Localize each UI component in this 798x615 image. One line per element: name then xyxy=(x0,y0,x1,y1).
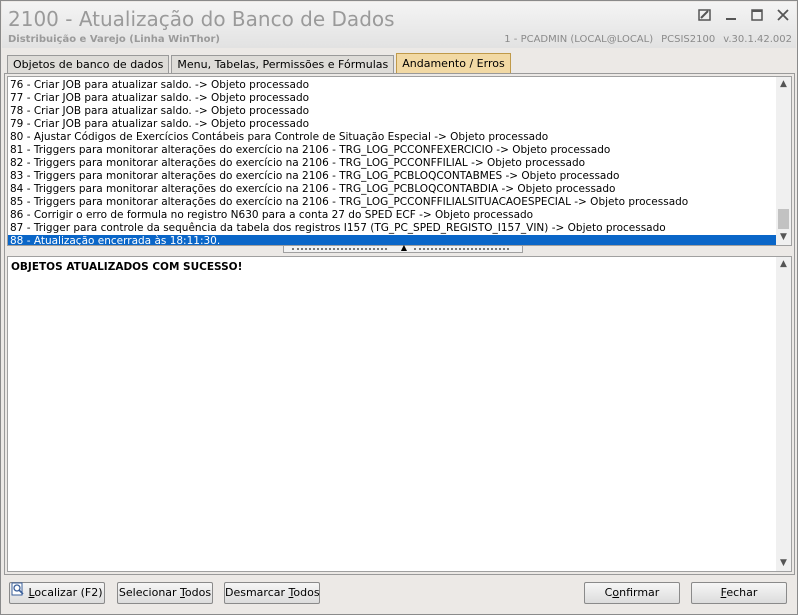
maximize-icon[interactable] xyxy=(750,8,764,22)
session-info: 1 - PCADMIN (LOCAL@LOCAL) PCSIS2100 v.30… xyxy=(504,34,792,45)
log-lines: 76 - Criar JOB para atualizar saldo. -> … xyxy=(8,79,778,245)
list-item[interactable]: 81 - Triggers para monitorar alterações … xyxy=(8,144,778,157)
tab-andamento-erros[interactable]: Andamento / Erros xyxy=(396,53,511,74)
scroll-up-icon[interactable]: ▲ xyxy=(776,257,791,272)
session-user: 1 - PCADMIN (LOCAL@LOCAL) xyxy=(504,34,654,45)
tab-panel: 76 - Criar JOB para atualizar saldo. -> … xyxy=(4,73,795,575)
list-item[interactable]: 76 - Criar JOB para atualizar saldo. -> … xyxy=(8,79,778,92)
search-icon xyxy=(11,582,25,603)
list-item[interactable]: 80 - Ajustar Códigos de Exercícios Contá… xyxy=(8,131,778,144)
log-scrollbar[interactable]: ▲ ▼ xyxy=(776,77,791,245)
list-item-selected[interactable]: 88 - Atualização encerrada às 18:11:30. xyxy=(8,235,778,245)
result-scrollbar[interactable]: ▲ ▼ xyxy=(776,257,791,571)
list-item[interactable]: 78 - Criar JOB para atualizar saldo. -> … xyxy=(8,105,778,118)
panel-splitter[interactable]: ▲ xyxy=(283,243,523,253)
list-item[interactable]: 79 - Criar JOB para atualizar saldo. -> … xyxy=(8,118,778,131)
selecionar-label-pre: Selecionar xyxy=(118,586,181,599)
scroll-down-icon[interactable]: ▼ xyxy=(776,230,791,245)
scroll-down-icon[interactable]: ▼ xyxy=(776,556,791,571)
splitter-grip-left xyxy=(292,248,387,250)
close-icon[interactable] xyxy=(776,8,790,22)
scroll-thumb[interactable] xyxy=(778,209,789,229)
selecionar-label-post: odos xyxy=(184,586,212,599)
minimize-icon[interactable] xyxy=(724,8,738,22)
tab-objetos-banco[interactable]: Objetos de banco de dados xyxy=(7,55,170,74)
edit-icon[interactable] xyxy=(698,8,712,22)
result-text-area[interactable]: OBJETOS ATUALIZADOS COM SUCESSO! ▲ ▼ xyxy=(7,256,792,572)
splitter-grip-right xyxy=(414,248,509,250)
list-item[interactable]: 85 - Triggers para monitorar alterações … xyxy=(8,196,778,209)
result-message: OBJETOS ATUALIZADOS COM SUCESSO! xyxy=(11,261,243,273)
progress-log-list[interactable]: 76 - Criar JOB para atualizar saldo. -> … xyxy=(7,76,792,246)
selecionar-todos-button[interactable]: Selecionar Todos xyxy=(117,582,213,604)
window-controls xyxy=(698,8,790,22)
list-item[interactable]: 83 - Triggers para monitorar alterações … xyxy=(8,170,778,183)
desmarcar-label-post: odos xyxy=(293,586,320,599)
button-bar: Localizar (F2) Selecionar Todos Desmarca… xyxy=(1,579,797,609)
confirmar-label-post: nfirmar xyxy=(619,586,660,599)
localizar-label-post: ocalizar (F2) xyxy=(34,586,103,599)
window-title: 2100 - Atualização do Banco de Dados xyxy=(8,7,395,31)
window-subtitle: Distribuição e Varejo (Linha WinThor) xyxy=(8,34,220,45)
list-item[interactable]: 77 - Criar JOB para atualizar saldo. -> … xyxy=(8,92,778,105)
tab-menu-tabelas[interactable]: Menu, Tabelas, Permissões e Fórmulas xyxy=(171,55,395,74)
list-item[interactable]: 82 - Triggers para monitorar alterações … xyxy=(8,157,778,170)
chevron-up-icon[interactable]: ▲ xyxy=(396,243,412,253)
localizar-button[interactable]: Localizar (F2) xyxy=(9,582,105,604)
title-bar[interactable]: 2100 - Atualização do Banco de Dados Dis… xyxy=(2,2,796,48)
version-label: v.30.1.42.002 xyxy=(723,34,792,45)
confirmar-button[interactable]: Confirmar xyxy=(584,582,680,604)
program-code: PCSIS2100 xyxy=(661,34,716,45)
desmarcar-todos-button[interactable]: Desmarcar Todos xyxy=(224,582,320,604)
fechar-button[interactable]: Fechar xyxy=(691,582,787,604)
app-window: 2100 - Atualização do Banco de Dados Dis… xyxy=(0,0,798,615)
fechar-label-post: echar xyxy=(726,586,758,599)
desmarcar-label-pre: Desmarcar xyxy=(225,586,289,599)
list-item[interactable]: 86 - Corrigir o erro de formula no regis… xyxy=(8,209,778,222)
list-item[interactable]: 84 - Triggers para monitorar alterações … xyxy=(8,183,778,196)
list-item[interactable]: 87 - Trigger para controle da sequência … xyxy=(8,222,778,235)
scroll-up-icon[interactable]: ▲ xyxy=(776,77,791,92)
tab-bar: Objetos de banco de dados Menu, Tabelas,… xyxy=(7,53,513,74)
